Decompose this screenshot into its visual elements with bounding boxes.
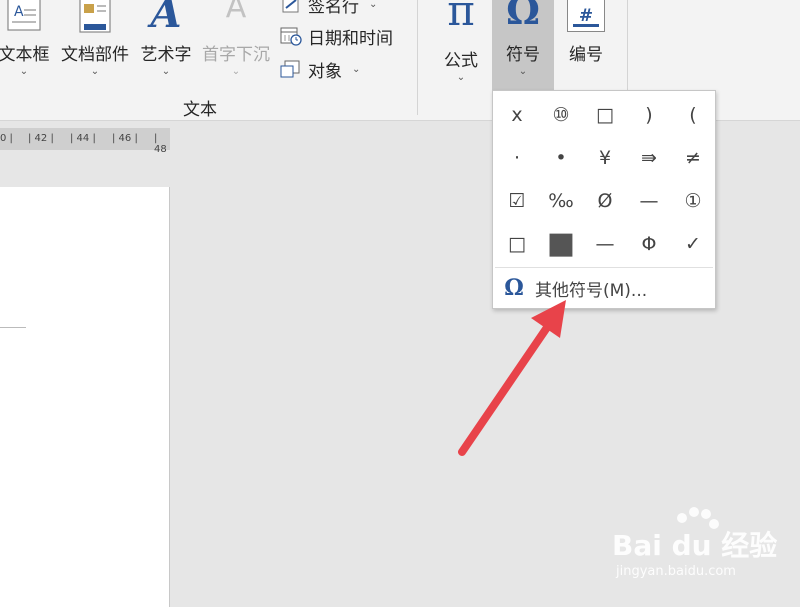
watermark-url: jingyan.baidu.com [616,564,736,579]
baidu-watermark: Bai du 经验 jingyan.baidu.com [612,507,792,587]
watermark-title: Bai du 经验 [612,529,778,562]
